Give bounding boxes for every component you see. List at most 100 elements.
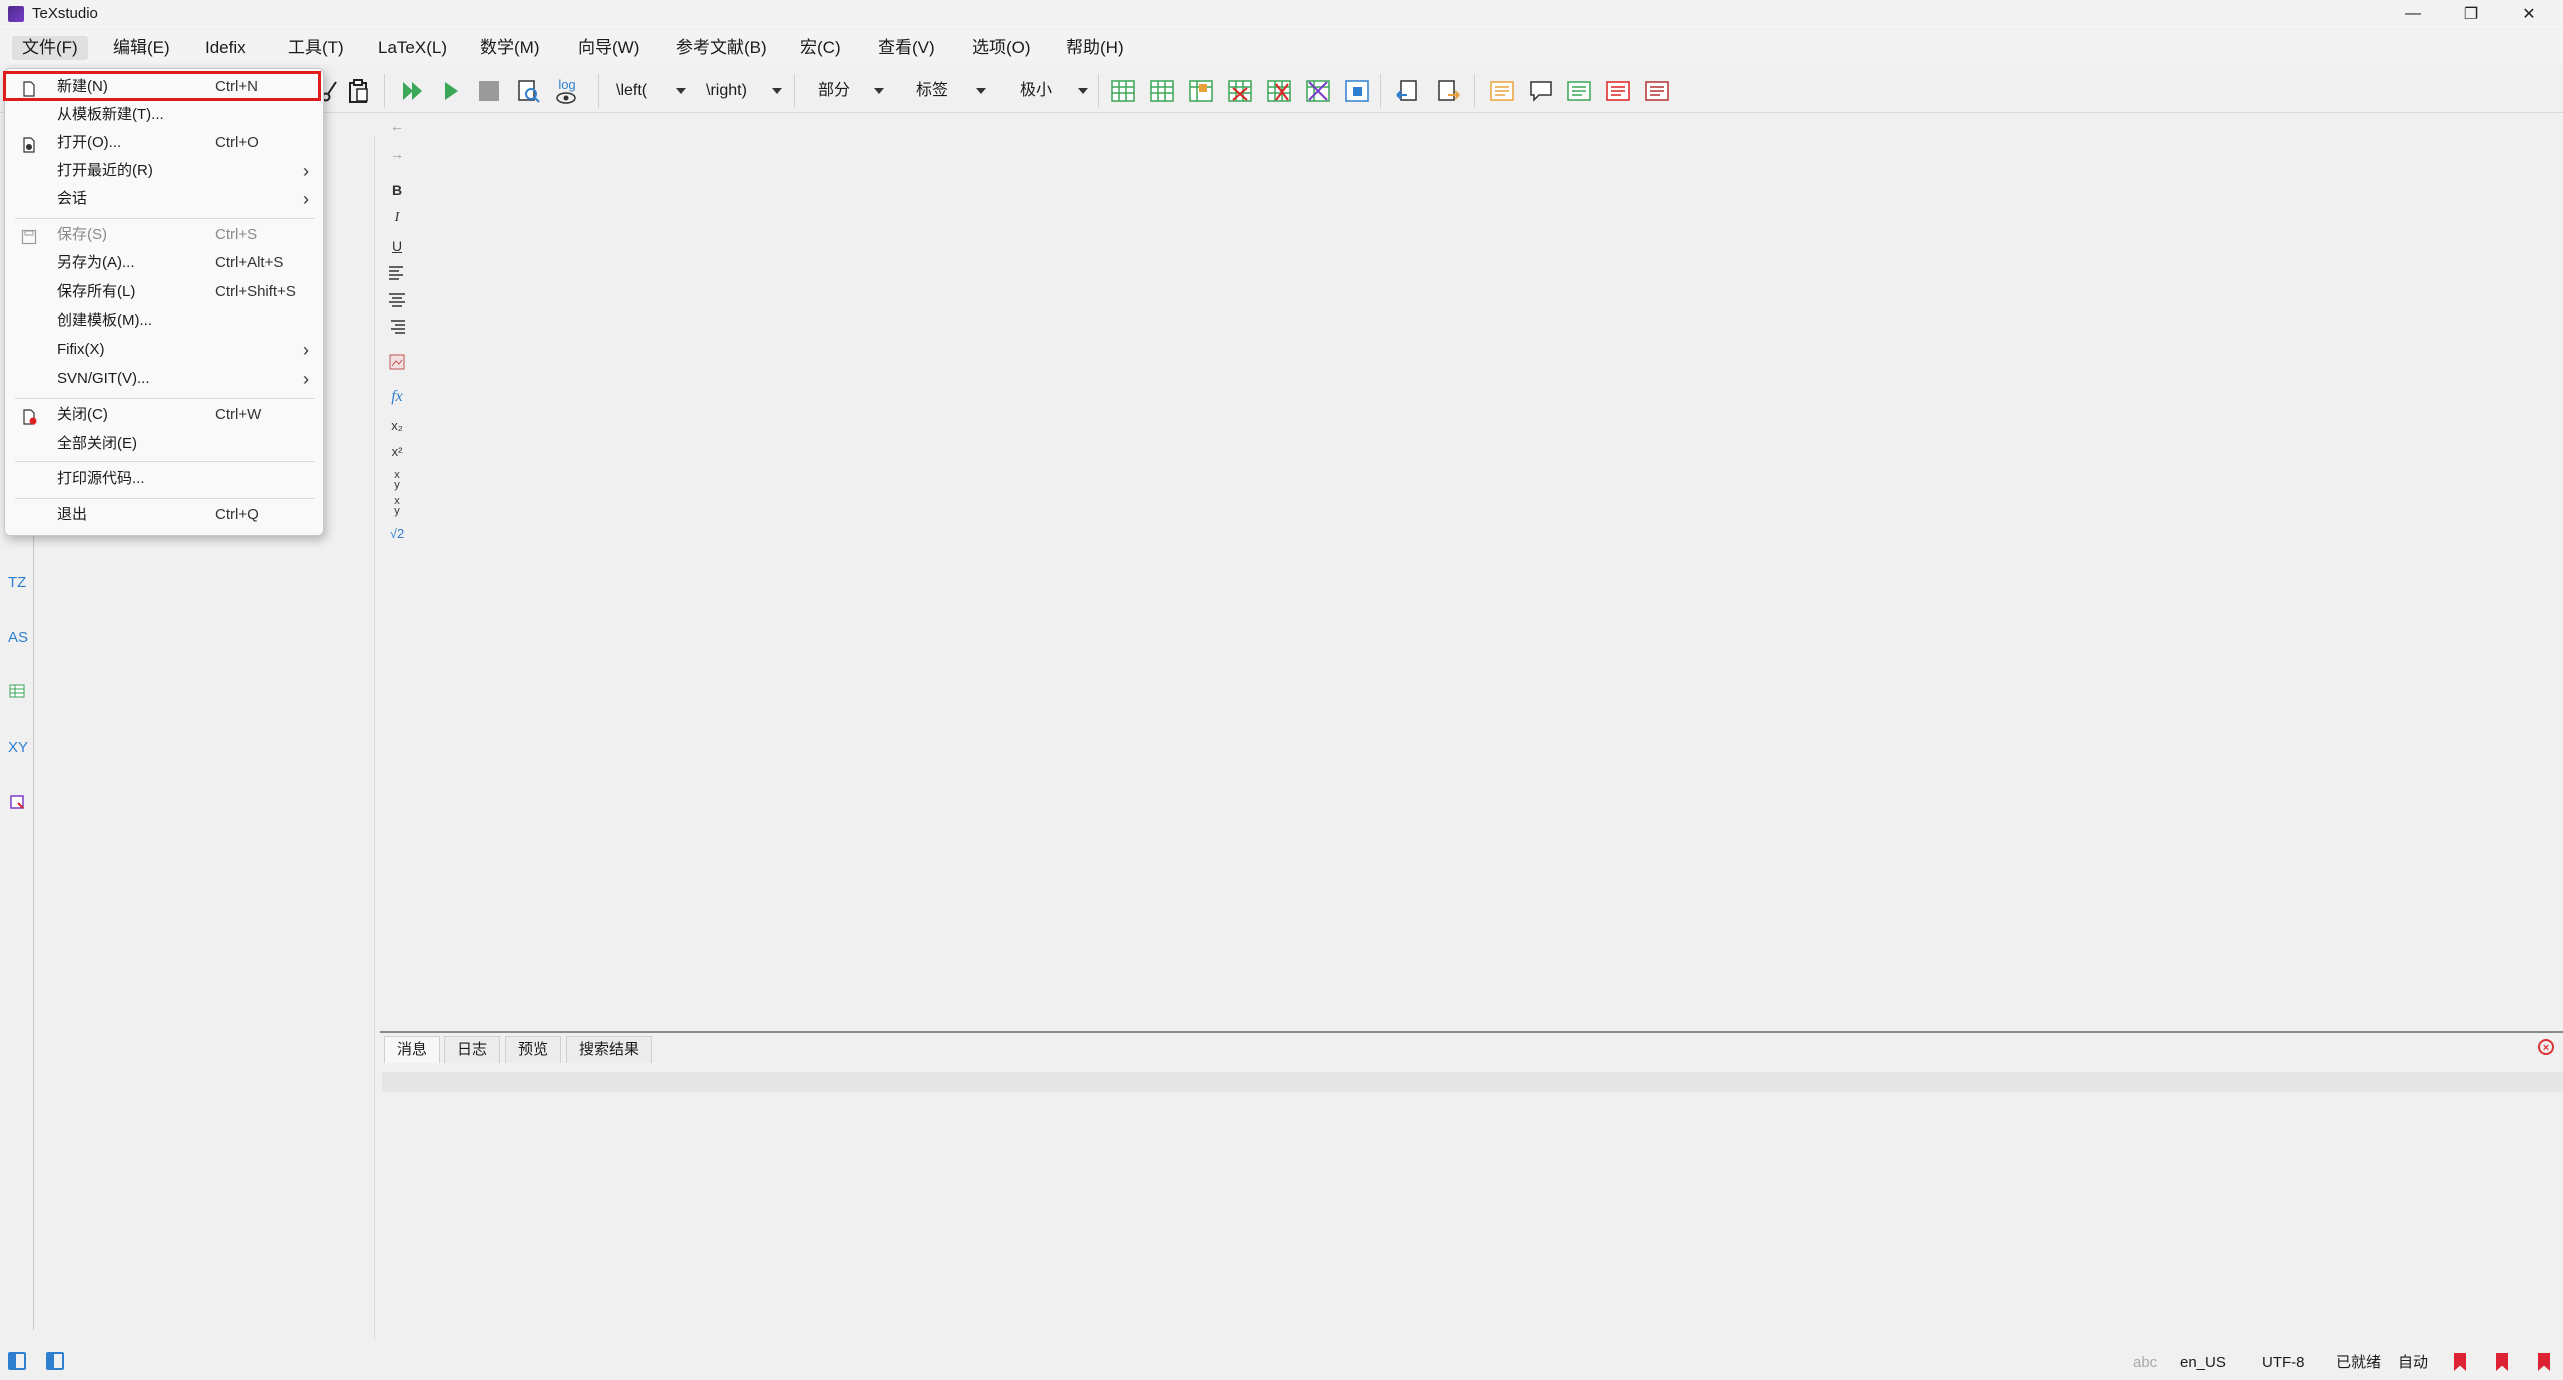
- menu-item-close-all[interactable]: 全部关闭(E): [9, 430, 319, 458]
- todo-note-icon[interactable]: [1489, 78, 1515, 104]
- size-value: 极小: [1020, 82, 1053, 99]
- todo-darkred-icon[interactable]: [1644, 78, 1670, 104]
- sqrt-button[interactable]: √2: [388, 526, 406, 541]
- align-right-icon[interactable]: [388, 318, 406, 337]
- menu-item-session[interactable]: 会话 ›: [9, 185, 319, 213]
- size-combo[interactable]: 极小: [1020, 78, 1088, 104]
- language-selector[interactable]: en_US: [2180, 1353, 2226, 1373]
- menu-options[interactable]: 选项(O): [962, 36, 1041, 60]
- fraction-icon[interactable]: xy: [388, 470, 406, 491]
- menu-item-label: 全部关闭(E): [57, 435, 137, 452]
- todo-red-icon[interactable]: [1605, 78, 1631, 104]
- menu-item-save-as[interactable]: 另存为(A)... Ctrl+Alt+S: [9, 249, 319, 277]
- menu-item-close[interactable]: 关闭(C) Ctrl+W: [9, 401, 319, 429]
- align-center-icon[interactable]: [388, 291, 406, 310]
- table-add-row-icon[interactable]: [1149, 78, 1175, 104]
- menu-view[interactable]: 查看(V): [868, 36, 945, 60]
- superscript-button[interactable]: x²: [388, 444, 406, 459]
- menu-item-exit[interactable]: 退出 Ctrl+Q: [9, 501, 319, 529]
- bold-button[interactable]: B: [388, 182, 406, 198]
- italic-button[interactable]: I: [388, 210, 406, 226]
- menu-item-svn-git[interactable]: SVN/GIT(V)... ›: [9, 365, 319, 393]
- menu-math[interactable]: 数学(M): [470, 36, 549, 60]
- menu-item-new-from-template[interactable]: 从模板新建(T)...: [9, 101, 319, 129]
- menu-item-make-template[interactable]: 创建模板(M)...: [9, 307, 319, 335]
- stop-icon[interactable]: [476, 78, 502, 104]
- insert-image-icon[interactable]: [388, 354, 406, 373]
- table-align-icon[interactable]: [1344, 78, 1370, 104]
- menu-item-fifix[interactable]: Fifix(X) ›: [9, 336, 319, 364]
- menu-separator: [15, 498, 315, 499]
- todo-green-icon[interactable]: [1566, 78, 1592, 104]
- sidebar-asymptote-tab[interactable]: AS: [8, 629, 28, 646]
- menu-item-label: 另存为(A)...: [57, 254, 135, 271]
- restore-icon[interactable]: ❐: [2443, 0, 2499, 28]
- section-combo[interactable]: 部分: [818, 78, 884, 104]
- minimize-icon[interactable]: —: [2385, 0, 2441, 28]
- back-arrow-icon[interactable]: ←: [388, 118, 406, 134]
- menu-item-save-all[interactable]: 保存所有(L) Ctrl+Shift+S: [9, 278, 319, 306]
- view-log-icon[interactable]: log: [554, 78, 580, 104]
- view-pdf-icon[interactable]: [516, 78, 542, 104]
- tab-log[interactable]: 日志: [444, 1036, 501, 1063]
- mode-text[interactable]: 自动: [2398, 1353, 2428, 1373]
- toggle-messages-icon[interactable]: [46, 1352, 64, 1370]
- table-icon[interactable]: [1110, 78, 1136, 104]
- insert-left-icon[interactable]: [1394, 78, 1420, 104]
- menu-item-save[interactable]: 保存(S) Ctrl+S: [9, 221, 319, 249]
- underline-button[interactable]: U: [388, 238, 406, 254]
- menu-bibliography[interactable]: 参考文献(B): [666, 36, 777, 60]
- build-and-view-icon[interactable]: [400, 78, 426, 104]
- close-panel-icon[interactable]: ×: [2538, 1039, 2554, 1055]
- menu-item-label: 保存(S): [57, 226, 107, 243]
- panel-divider[interactable]: [380, 1031, 2563, 1033]
- spellcheck-icon[interactable]: abc: [2133, 1353, 2157, 1373]
- table-delete-column-icon[interactable]: [1266, 78, 1292, 104]
- menu-wizards[interactable]: 向导(W): [568, 36, 649, 60]
- paste-icon[interactable]: [346, 78, 372, 104]
- menu-item-open[interactable]: 打开(O)... Ctrl+O: [9, 129, 319, 157]
- toolbar-separator: [384, 74, 385, 108]
- menu-item-label: 创建模板(M)...: [57, 312, 152, 329]
- menu-separator: [15, 461, 315, 462]
- table-delete-row-icon[interactable]: [1227, 78, 1253, 104]
- encoding-selector[interactable]: UTF-8: [2262, 1353, 2305, 1373]
- subscript-button[interactable]: x₂: [388, 418, 406, 433]
- editor-area[interactable]: [412, 118, 2563, 1030]
- sidebar-xypic-tab[interactable]: XY: [8, 739, 28, 756]
- right-delimiter-combo[interactable]: \right): [706, 78, 782, 104]
- menu-edit[interactable]: 编辑(E): [103, 36, 180, 60]
- label-value: 标签: [916, 82, 949, 99]
- dfrac-icon[interactable]: xy: [388, 496, 406, 517]
- table-remove-icon[interactable]: [1305, 78, 1331, 104]
- menu-help[interactable]: 帮助(H): [1056, 36, 1134, 60]
- toggle-structure-icon[interactable]: [8, 1352, 26, 1370]
- menu-item-label: Fifix(X): [57, 341, 105, 358]
- menu-file[interactable]: 文件(F): [12, 36, 88, 60]
- sidebar-bookmark-icon[interactable]: [9, 794, 25, 810]
- menu-macros[interactable]: 宏(C): [790, 36, 851, 60]
- math-fx-button[interactable]: fx: [388, 388, 406, 406]
- tab-search-results[interactable]: 搜索结果: [566, 1036, 653, 1063]
- section-value: 部分: [818, 82, 851, 99]
- submenu-arrow-icon: ›: [303, 161, 309, 181]
- sidebar-tikz-tab[interactable]: TZ: [8, 574, 26, 591]
- menu-idefix[interactable]: Idefix: [195, 36, 256, 60]
- sidebar-table-icon[interactable]: [9, 683, 25, 699]
- comment-icon[interactable]: [1528, 78, 1554, 104]
- menu-tools[interactable]: 工具(T): [278, 36, 354, 60]
- insert-right-icon[interactable]: [1436, 78, 1462, 104]
- tab-preview[interactable]: 预览: [505, 1036, 562, 1063]
- label-combo[interactable]: 标签: [916, 78, 986, 104]
- tab-messages[interactable]: 消息: [384, 1036, 441, 1063]
- forward-arrow-icon[interactable]: →: [388, 146, 406, 162]
- compile-icon[interactable]: [438, 78, 464, 104]
- menu-item-open-recent[interactable]: 打开最近的(R) ›: [9, 157, 319, 185]
- align-left-icon[interactable]: [388, 264, 406, 283]
- table-add-column-icon[interactable]: [1188, 78, 1214, 104]
- menu-item-print-source[interactable]: 打印源代码...: [9, 465, 319, 493]
- menu-latex[interactable]: LaTeX(L): [368, 36, 457, 60]
- close-icon[interactable]: ✕: [2501, 0, 2557, 28]
- chevron-down-icon: [772, 88, 782, 94]
- left-delimiter-combo[interactable]: \left(: [616, 78, 686, 104]
